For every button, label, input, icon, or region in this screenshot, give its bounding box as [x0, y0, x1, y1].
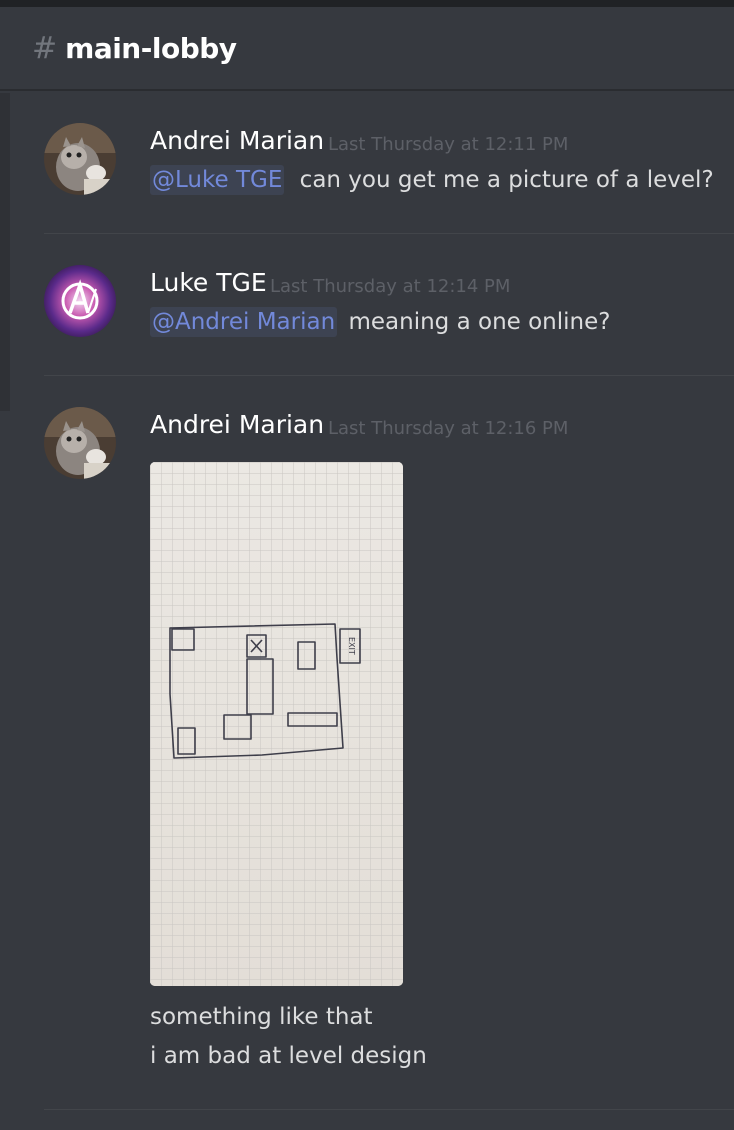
user-mention[interactable]: @Luke TGE [150, 165, 285, 195]
channel-name: main-lobby [65, 31, 237, 65]
avengers-logo-avatar[interactable] [44, 265, 116, 337]
sketch-exit-label: EXIT [347, 637, 356, 655]
timestamp: Last Thursday at 12:14 PM [270, 276, 511, 297]
author-name[interactable]: Andrei Marian [150, 410, 324, 439]
message-text: @Luke TGE can you get me a picture of a … [150, 165, 714, 195]
channel-header: # main-lobby [0, 7, 734, 91]
message-line: i am bad at level design [150, 1043, 427, 1069]
level-sketch-photo[interactable]: EXIT [150, 462, 403, 986]
cat-avatar[interactable] [44, 123, 116, 195]
author-name[interactable]: Andrei Marian [150, 126, 324, 155]
message-line: something like that [150, 1004, 373, 1030]
message-divider [44, 375, 734, 376]
scrollbar[interactable] [0, 93, 10, 411]
user-mention[interactable]: @Andrei Marian [150, 307, 338, 337]
channel-hash-icon: # [32, 30, 58, 66]
cat-avatar[interactable] [44, 407, 116, 479]
message-body: can you get me a picture of a level? [299, 167, 714, 193]
window-top-strip [0, 0, 734, 7]
timestamp: Last Thursday at 12:16 PM [328, 418, 569, 439]
message-divider [44, 1109, 734, 1110]
message-divider [44, 233, 734, 234]
timestamp: Last Thursday at 12:11 PM [328, 134, 569, 155]
message-body: meaning a one online? [348, 309, 611, 335]
author-name[interactable]: Luke TGE [150, 268, 267, 297]
message-text: @Andrei Marian meaning a one online? [150, 307, 611, 337]
